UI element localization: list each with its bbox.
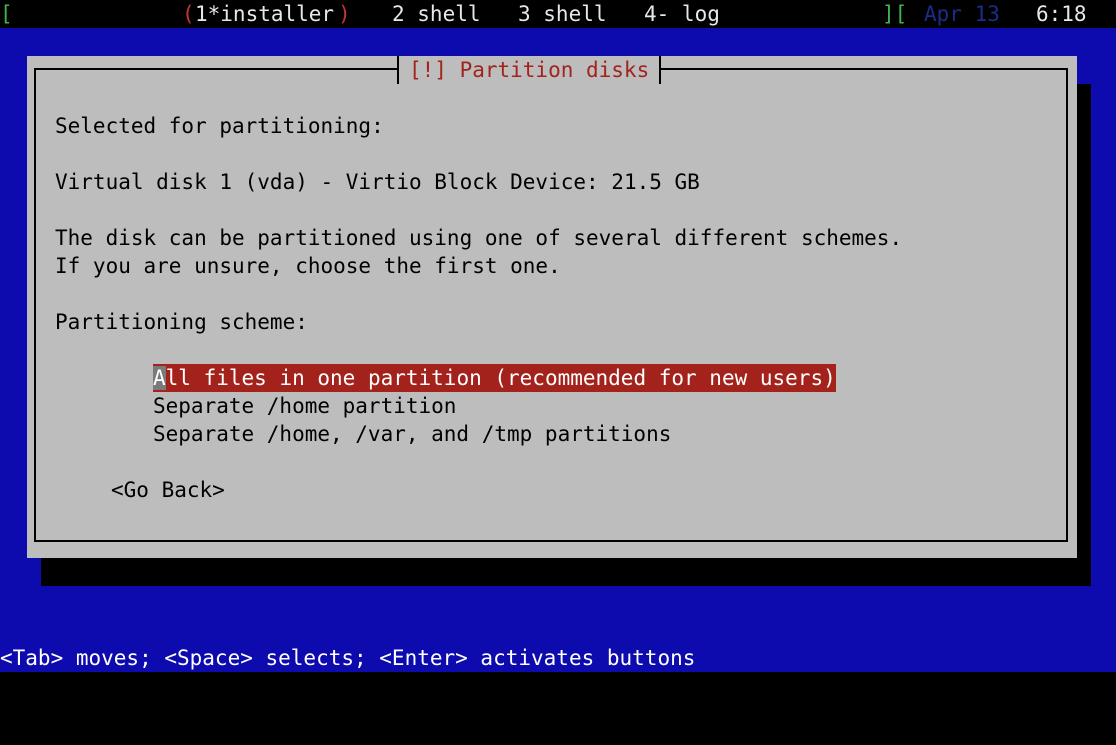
status-right-brackets: ][ — [882, 2, 908, 26]
window-tab-log[interactable]: 4- log — [644, 0, 720, 28]
window-tab-shell-2[interactable]: 2 shell — [392, 0, 481, 28]
option-separate-home[interactable]: Separate /home partition — [153, 392, 456, 420]
partition-disks-dialog: [!] Partition disks Selected for partiti… — [27, 56, 1077, 558]
window-tab-installer[interactable]: 1*installer — [195, 0, 334, 28]
text-cursor: A — [153, 366, 166, 390]
help-bar: <Tab> moves; <Space> selects; <Enter> ac… — [0, 646, 696, 670]
description-line-2: If you are unsure, choose the first one. — [55, 254, 561, 278]
status-left-bracket: [ — [0, 2, 13, 26]
option-separate-home-var-tmp[interactable]: Separate /home, /var, and /tmp partition… — [153, 420, 671, 448]
disk-info: Virtual disk 1 (vda) - Virtio Block Devi… — [55, 170, 700, 194]
dialog-title: [!] Partition disks — [397, 56, 662, 84]
window-1-close-paren: ) — [338, 2, 351, 26]
go-back-button[interactable]: <Go Back> — [111, 476, 225, 504]
selected-heading: Selected for partitioning: — [55, 114, 384, 138]
option-all-files-one-partition[interactable]: All files in one partition (recommended … — [153, 364, 836, 392]
status-date: Apr 13 — [924, 2, 1000, 26]
description-line-1: The disk can be partitioned using one of… — [55, 226, 903, 250]
status-time: 6:18 — [1036, 2, 1087, 26]
option-label: ll files in one partition (recommended f… — [165, 366, 836, 390]
terminal-bottom-area — [0, 672, 1116, 745]
scheme-heading: Partitioning scheme: — [55, 310, 308, 334]
window-tab-shell-3[interactable]: 3 shell — [518, 0, 607, 28]
window-1-open-paren: ( — [182, 2, 195, 26]
tmux-status-bar: [ ( 1*installer ) 2 shell 3 shell 4- log… — [0, 0, 1116, 28]
